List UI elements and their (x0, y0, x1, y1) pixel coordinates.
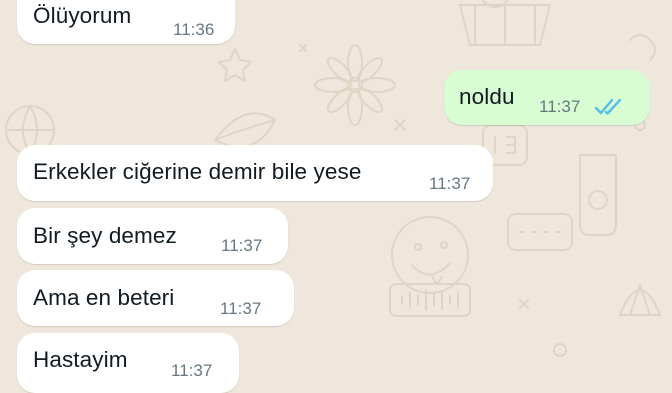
password-card-doodle-icon (507, 213, 573, 251)
message-time: 11:37 (221, 236, 263, 255)
double-check-read-icon (594, 98, 622, 115)
message-bubble-incoming[interactable]: Hastayim 11:37 (17, 333, 239, 393)
message-text: noldu (459, 84, 515, 109)
message-bubble-incoming[interactable]: Erkekler ciğerine demir bile yese 11:37 (17, 145, 493, 201)
message-time: 11:37 (171, 361, 213, 380)
message-text: Erkekler ciğerine demir bile yese (33, 159, 362, 184)
message-text: Hastayim (33, 347, 128, 372)
message-time: 11:36 (173, 20, 215, 39)
message-bubble-incoming[interactable]: Ölüyorum 11:36 (17, 0, 235, 44)
message-time: 11:37 (429, 174, 471, 193)
bottle-doodle-icon (579, 154, 617, 236)
smiley-doodle-icon (391, 216, 469, 294)
message-bubble-incoming[interactable]: Ama en beteri 11:37 (17, 270, 294, 326)
message-bubble-outgoing[interactable]: noldu 11:37 (444, 70, 650, 125)
message-text: Bir şey demez (33, 223, 177, 248)
star-doodle-icon (218, 48, 252, 82)
message-bubble-incoming[interactable]: Bir şey demez 11:37 (17, 208, 288, 264)
shell-doodle-icon (619, 284, 661, 316)
basket-doodle-icon (459, 0, 551, 46)
message-text: Ama en beteri (33, 285, 175, 310)
message-text: Ölüyorum (33, 3, 132, 28)
flower-doodle-icon (314, 44, 396, 126)
message-time: 11:37 (220, 299, 262, 318)
audio-card-doodle-icon (389, 283, 471, 317)
message-time: 11:37 (539, 97, 581, 116)
leaf-doodle-icon (214, 112, 276, 148)
